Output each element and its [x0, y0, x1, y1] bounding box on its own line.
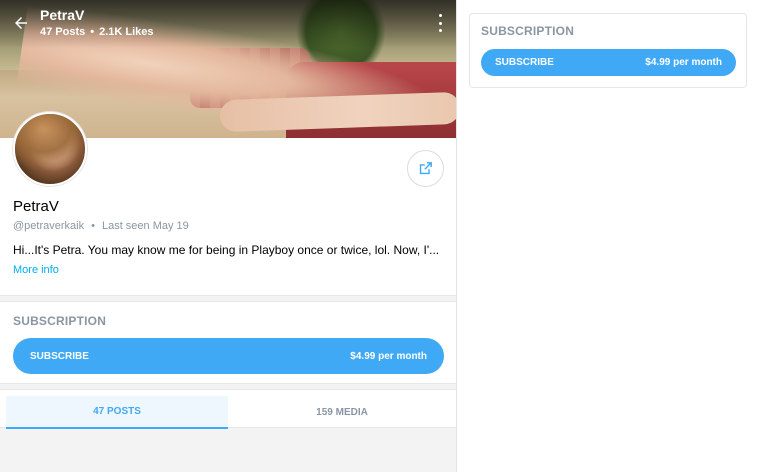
sidebar-subscribe-button[interactable]: SUBSCRIBE $4.99 per month [481, 49, 736, 76]
page-title: PetraV [40, 7, 85, 23]
tab-media[interactable]: 159 MEDIA [228, 396, 456, 429]
profile-handle[interactable]: @petraverkaik [13, 220, 84, 232]
profile-handle-row: @petraverkaik • Last seen May 19 [13, 220, 189, 232]
posts-count: 47 Posts [40, 26, 86, 38]
subscription-heading: SUBSCRIPTION [13, 314, 107, 328]
left-column: PetraV 47 Posts • 2.1K Likes PetraV @pet… [0, 0, 457, 472]
share-button[interactable] [407, 150, 444, 187]
profile-name: PetraV [13, 198, 59, 215]
more-options-button[interactable] [436, 14, 444, 32]
likes-count: 2.1K Likes [99, 26, 154, 38]
subscription-card: SUBSCRIPTION SUBSCRIBE $4.99 per month [0, 301, 456, 384]
more-info-link[interactable]: More info [13, 264, 59, 276]
subscribe-price: $4.99 per month [350, 350, 427, 362]
subscribe-label: SUBSCRIBE [30, 350, 89, 362]
share-icon [419, 162, 432, 175]
sidebar-subscribe-price: $4.99 per month [645, 57, 722, 68]
back-button[interactable] [10, 12, 32, 34]
arrow-left-icon [15, 17, 27, 29]
more-vertical-icon [438, 14, 442, 17]
subscribe-button[interactable]: SUBSCRIBE $4.99 per month [13, 338, 444, 374]
handle-separator: • [91, 220, 95, 232]
avatar[interactable] [13, 112, 87, 186]
sidebar-subscribe-label: SUBSCRIBE [495, 57, 554, 68]
tab-posts[interactable]: 47 POSTS [6, 396, 228, 429]
profile-card: PetraV 47 Posts • 2.1K Likes PetraV @pet… [0, 0, 456, 296]
profile-stats: 47 Posts • 2.1K Likes [40, 25, 154, 39]
profile-bio: Hi...It's Petra. You may know me for bei… [13, 243, 440, 257]
cover-topbar: PetraV 47 Posts • 2.1K Likes [0, 0, 456, 44]
sidebar-subscription-card: SUBSCRIPTION SUBSCRIBE $4.99 per month [469, 13, 747, 88]
last-seen: Last seen May 19 [101, 220, 189, 232]
content-tabs: 47 POSTS 159 MEDIA [0, 389, 456, 429]
stats-separator: • [90, 26, 95, 38]
sidebar-subscription-heading: SUBSCRIPTION [481, 24, 575, 38]
header-title-block: PetraV 47 Posts • 2.1K Likes [40, 6, 154, 39]
